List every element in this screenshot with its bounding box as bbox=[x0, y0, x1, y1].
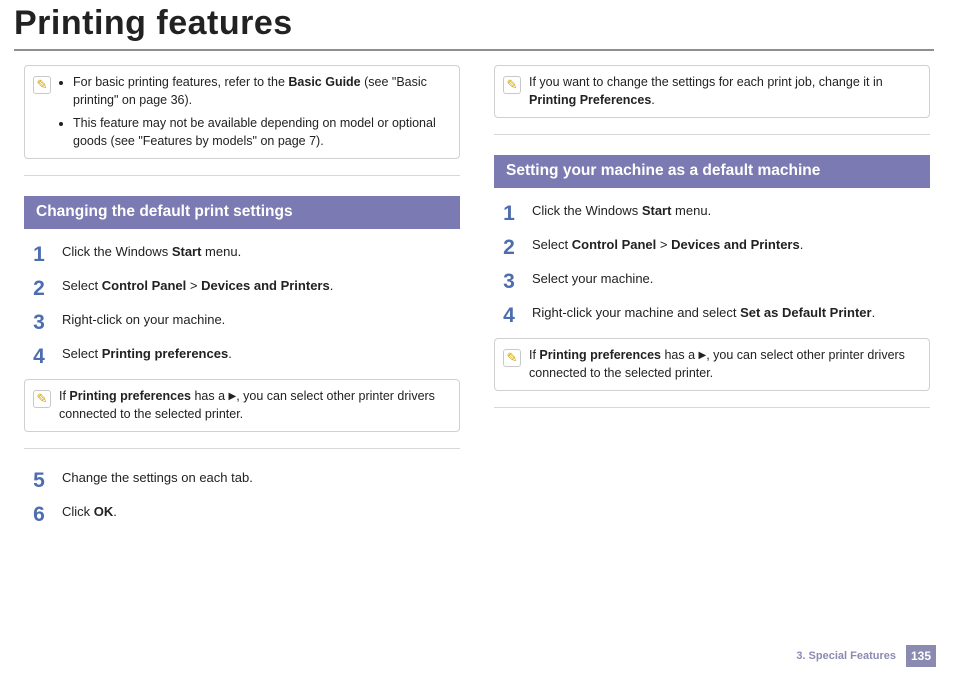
note-bullet: This feature may not be available depend… bbox=[73, 115, 449, 150]
divider bbox=[24, 448, 460, 449]
left-column: ✎ For basic printing features, refer to … bbox=[24, 65, 460, 537]
step-number: 6 bbox=[30, 504, 48, 525]
step-row: 2 Select Control Panel > Devices and Pri… bbox=[30, 277, 460, 299]
step-row: 2 Select Control Panel > Devices and Pri… bbox=[500, 236, 930, 258]
footer-chapter: 3. Special Features bbox=[796, 650, 896, 662]
step-number: 3 bbox=[30, 312, 48, 333]
step-text: Change the settings on each tab. bbox=[62, 469, 253, 488]
step-text: Select Printing preferences. bbox=[62, 345, 232, 364]
section-heading-change-defaults: Changing the default print settings bbox=[24, 196, 460, 229]
step-text: Click OK. bbox=[62, 503, 117, 522]
step-text: Right-click on your machine. bbox=[62, 311, 225, 330]
note-body: If Printing preferences has a ▶, you can… bbox=[529, 347, 919, 382]
step-number: 4 bbox=[30, 346, 48, 367]
divider bbox=[494, 134, 930, 135]
step-number: 1 bbox=[500, 203, 518, 224]
content-columns: ✎ For basic printing features, refer to … bbox=[0, 65, 954, 537]
note-per-job-settings: ✎ If you want to change the settings for… bbox=[494, 65, 930, 118]
step-text: Select Control Panel > Devices and Print… bbox=[532, 236, 803, 255]
step-number: 2 bbox=[30, 278, 48, 299]
step-row: 3 Select your machine. bbox=[500, 270, 930, 292]
step-row: 1 Click the Windows Start menu. bbox=[500, 202, 930, 224]
step-text: Select Control Panel > Devices and Print… bbox=[62, 277, 333, 296]
note-printing-preferences-triangle: ✎ If Printing preferences has a ▶, you c… bbox=[494, 338, 930, 391]
step-text: Select your machine. bbox=[532, 270, 653, 289]
step-text: Click the Windows Start menu. bbox=[62, 243, 241, 262]
note-basic-guide: ✎ For basic printing features, refer to … bbox=[24, 65, 460, 159]
triangle-right-icon: ▶ bbox=[229, 390, 237, 404]
step-row: 3 Right-click on your machine. bbox=[30, 311, 460, 333]
note-body: If you want to change the settings for e… bbox=[529, 74, 919, 109]
footer-page-number: 135 bbox=[906, 645, 936, 667]
divider bbox=[494, 407, 930, 408]
step-row: 4 Select Printing preferences. bbox=[30, 345, 460, 367]
section-heading-default-machine: Setting your machine as a default machin… bbox=[494, 155, 930, 188]
step-row: 1 Click the Windows Start menu. bbox=[30, 243, 460, 265]
step-text: Click the Windows Start menu. bbox=[532, 202, 711, 221]
note-body: If Printing preferences has a ▶, you can… bbox=[59, 388, 449, 423]
step-row: 4 Right-click your machine and select Se… bbox=[500, 304, 930, 326]
step-text: Right-click your machine and select Set … bbox=[532, 304, 875, 323]
pencil-icon: ✎ bbox=[503, 349, 521, 367]
right-column: ✎ If you want to change the settings for… bbox=[494, 65, 930, 537]
title-rule bbox=[14, 49, 934, 51]
pencil-icon: ✎ bbox=[33, 76, 51, 94]
note-printing-preferences-triangle: ✎ If Printing preferences has a ▶, you c… bbox=[24, 379, 460, 432]
pencil-icon: ✎ bbox=[33, 390, 51, 408]
step-row: 6 Click OK. bbox=[30, 503, 460, 525]
step-number: 4 bbox=[500, 305, 518, 326]
page-footer: 3. Special Features 135 bbox=[796, 645, 936, 667]
step-number: 1 bbox=[30, 244, 48, 265]
page-title: Printing features bbox=[14, 4, 954, 43]
step-number: 5 bbox=[30, 470, 48, 491]
pencil-icon: ✎ bbox=[503, 76, 521, 94]
step-number: 3 bbox=[500, 271, 518, 292]
divider bbox=[24, 175, 460, 176]
note-body: For basic printing features, refer to th… bbox=[59, 74, 449, 150]
step-number: 2 bbox=[500, 237, 518, 258]
note-bullet: For basic printing features, refer to th… bbox=[73, 74, 449, 109]
triangle-right-icon: ▶ bbox=[699, 349, 707, 363]
step-row: 5 Change the settings on each tab. bbox=[30, 469, 460, 491]
